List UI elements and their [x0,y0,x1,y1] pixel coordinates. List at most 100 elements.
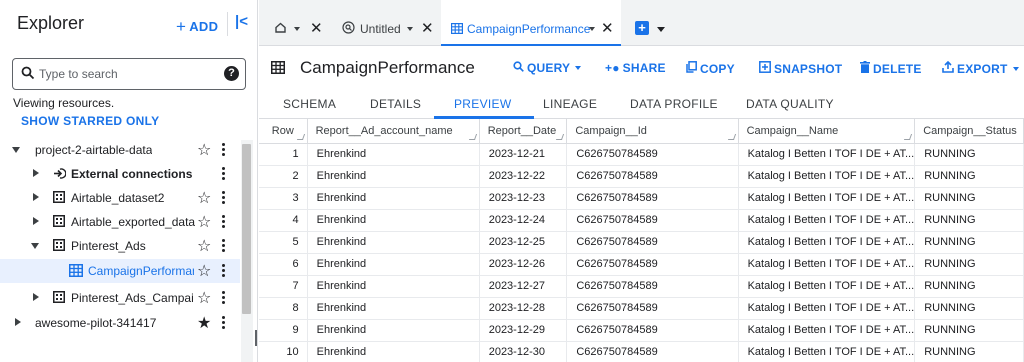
panel-resize-handle[interactable] [255,330,257,346]
export-button[interactable]: EXPORT [942,60,1019,76]
tab-menu-caret-icon[interactable] [294,27,300,31]
table-cell[interactable]: 2023-12-24 [479,209,568,232]
table-cell[interactable]: Ehrenkind [307,143,480,166]
table-cell[interactable]: Ehrenkind [307,253,480,276]
table-cell[interactable]: C626750784589 [566,209,739,232]
show-starred-only-link[interactable]: SHOW STARRED ONLY [21,114,159,128]
star-outline-icon[interactable]: ☆ [197,140,211,160]
star-outline-icon[interactable]: ☆ [197,261,211,281]
table-cell[interactable]: 2023-12-29 [479,319,568,342]
resize-grip-icon[interactable] [727,133,736,140]
table-cell[interactable]: RUNNING [914,143,1024,166]
collapse-panel-icon[interactable]: |< [235,13,248,30]
table-cell[interactable]: C626750784589 [566,275,739,298]
table-cell[interactable]: Katalog I Betten I TOF I DE + AT... [738,253,916,276]
tree-item-airtable-dataset2[interactable]: Airtable_dataset2 ☆ [0,186,240,210]
table-row[interactable]: 10 Ehrenkind 2023-12-30 C626750784589 Katalo… [259,341,1024,362]
table-row[interactable]: 5 Ehrenkind 2023-12-25 C626750784589 Katalog… [259,231,1024,254]
table-cell[interactable]: Ehrenkind [307,297,480,320]
table-row[interactable]: 4 Ehrenkind 2023-12-24 C626750784589 Katalog… [259,209,1024,232]
table-cell[interactable]: C626750784589 [566,187,739,210]
row-number-cell[interactable]: 1 [259,143,308,166]
close-tab-icon[interactable]: ✕ [601,19,614,37]
table-cell[interactable]: Ehrenkind [307,341,480,362]
table-row[interactable]: 6 Ehrenkind 2023-12-26 C626750784589 Katalog… [259,253,1024,276]
table-cell[interactable]: 2023-12-28 [479,297,568,320]
table-cell[interactable]: Katalog I Betten I TOF I DE + AT... [738,341,916,362]
expand-arrow-icon[interactable] [33,217,39,225]
table-cell[interactable]: RUNNING [914,165,1024,188]
table-row[interactable]: 9 Ehrenkind 2023-12-29 C626750784589 Katalog… [259,319,1024,342]
tab-campaign-performance[interactable]: CampaignPerformance ✕ [441,0,621,46]
column-header-campaign-id[interactable]: Campaign__Id [566,119,739,144]
table-cell[interactable]: Katalog I Betten I TOF I DE + AT... [738,297,916,320]
expand-arrow-icon[interactable] [12,147,20,153]
tree-item-awesome-pilot[interactable]: awesome-pilot-341417 ★ [0,311,240,335]
table-cell[interactable]: 2023-12-21 [479,143,568,166]
row-number-cell[interactable]: 10 [259,341,308,362]
tab-preview[interactable]: PREVIEW [454,97,511,111]
table-cell[interactable]: Ehrenkind [307,187,480,210]
more-tabs-caret-icon[interactable] [657,27,665,32]
table-cell[interactable]: 2023-12-27 [479,275,568,298]
table-cell[interactable]: C626750784589 [566,231,739,254]
tree-item-pinterest-ads[interactable]: Pinterest_Ads ☆ [0,234,240,258]
share-button[interactable]: +● SHARE [605,61,666,75]
table-row[interactable]: 8 Ehrenkind 2023-12-28 C626750784589 Katalog… [259,297,1024,320]
table-cell[interactable]: RUNNING [914,231,1024,254]
resize-grip-icon[interactable] [904,133,913,140]
expand-arrow-icon[interactable] [31,243,39,249]
add-button[interactable]: + ADD [176,16,218,36]
table-row[interactable]: 1 Ehrenkind 2023-12-21 C626750784589 Katalog… [259,143,1024,166]
expand-arrow-icon[interactable] [33,193,39,201]
more-options-icon[interactable] [222,215,226,229]
table-cell[interactable]: RUNNING [914,275,1024,298]
table-cell[interactable]: Katalog I Betten I TOF I DE + AT... [738,209,916,232]
table-cell[interactable]: C626750784589 [566,341,739,362]
table-row[interactable]: 3 Ehrenkind 2023-12-23 C626750784589 Katalog… [259,187,1024,210]
row-number-cell[interactable]: 4 [259,209,308,232]
table-cell[interactable]: C626750784589 [566,253,739,276]
table-cell[interactable]: Katalog I Betten I TOF I DE + AT... [738,319,916,342]
delete-button[interactable]: DELETE [860,61,922,76]
table-cell[interactable]: Katalog I Betten I TOF I DE + AT... [738,165,916,188]
table-cell[interactable]: Ehrenkind [307,275,480,298]
column-header-date[interactable]: Report__Date [479,119,568,144]
table-cell[interactable]: Ehrenkind [307,319,480,342]
more-options-icon[interactable] [222,264,226,278]
table-cell[interactable]: Ehrenkind [307,231,480,254]
resize-grip-icon[interactable] [556,133,565,140]
table-cell[interactable]: RUNNING [914,297,1024,320]
star-filled-icon[interactable]: ★ [197,313,211,333]
table-cell[interactable]: Ehrenkind [307,209,480,232]
table-cell[interactable]: RUNNING [914,209,1024,232]
expand-arrow-icon[interactable] [33,293,39,301]
tab-menu-caret-icon[interactable] [407,27,413,31]
tab-menu-caret-icon[interactable] [589,27,595,31]
more-options-icon[interactable] [222,167,226,181]
snapshot-button[interactable]: SNAPSHOT [759,61,842,76]
table-cell[interactable]: 2023-12-23 [479,187,568,210]
tab-untitled[interactable]: Untitled ✕ [329,0,439,46]
tree-item-external-connections[interactable]: External connections [0,162,240,186]
star-outline-icon[interactable]: ☆ [197,236,211,256]
resize-grip-icon[interactable] [296,133,305,140]
star-outline-icon[interactable]: ☆ [197,188,211,208]
table-cell[interactable]: C626750784589 [566,143,739,166]
table-cell[interactable]: Katalog I Betten I TOF I DE + AT... [738,275,916,298]
table-cell[interactable]: RUNNING [914,341,1024,362]
table-cell[interactable]: 2023-12-26 [479,253,568,276]
expand-arrow-icon[interactable] [15,318,21,326]
table-row[interactable]: 2 Ehrenkind 2023-12-22 C626750784589 Katalog… [259,165,1024,188]
table-cell[interactable]: C626750784589 [566,165,739,188]
table-cell[interactable]: 2023-12-30 [479,341,568,362]
table-cell[interactable]: C626750784589 [566,297,739,320]
star-outline-icon[interactable]: ☆ [197,288,211,308]
more-options-icon[interactable] [222,191,226,205]
resize-grip-icon[interactable] [468,133,477,140]
table-cell[interactable]: Katalog I Betten I TOF I DE + AT... [738,231,916,254]
tree-item-campaign-performance[interactable]: CampaignPerforman... ☆ [0,259,240,283]
table-cell[interactable]: Katalog I Betten I TOF I DE + AT... [738,187,916,210]
tab-lineage[interactable]: LINEAGE [543,97,597,111]
help-icon[interactable]: ? [224,66,239,81]
